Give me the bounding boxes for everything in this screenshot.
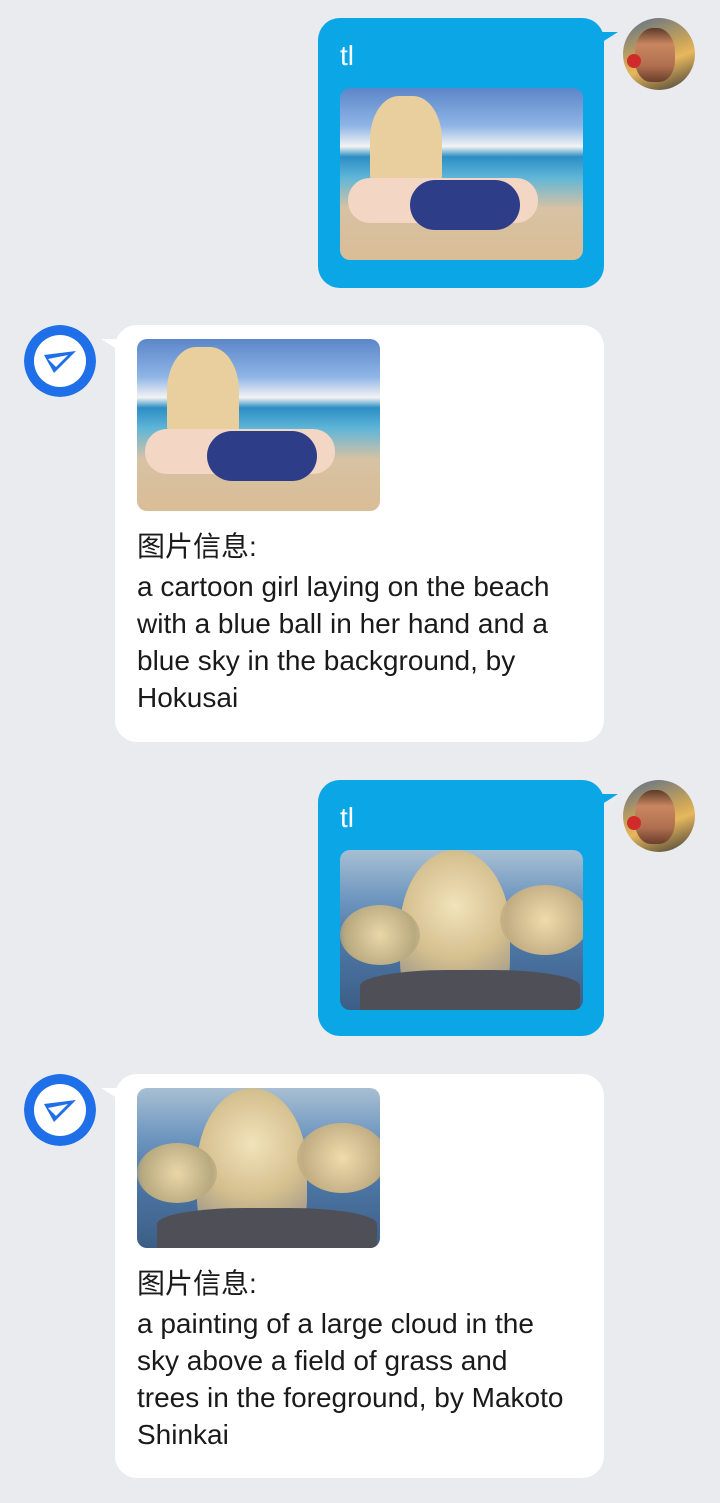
- user-message-bubble[interactable]: tl: [318, 18, 618, 288]
- anime-beach-image[interactable]: [340, 88, 583, 260]
- bot-logo-icon[interactable]: [24, 325, 96, 397]
- message-text: tl: [340, 802, 354, 833]
- image-info-label: 图片信息:: [137, 1268, 257, 1299]
- cloud-painting-image[interactable]: [340, 850, 583, 1010]
- image-info-label: 图片信息:: [137, 531, 257, 562]
- user-avatar[interactable]: [623, 780, 695, 852]
- cloud-painting-image[interactable]: [137, 1088, 380, 1248]
- bubble-tail: [596, 794, 618, 808]
- bubble-tail: [101, 1088, 123, 1102]
- anime-beach-image[interactable]: [137, 339, 380, 511]
- bubble-tail: [101, 339, 123, 353]
- message-text: tl: [340, 40, 354, 71]
- bubble-tail: [596, 32, 618, 46]
- image-caption: a cartoon girl laying on the beach with …: [137, 571, 550, 713]
- bot-message-bubble[interactable]: 图片信息: a cartoon girl laying on the beach…: [101, 325, 604, 742]
- user-message-bubble[interactable]: tl: [318, 780, 618, 1036]
- user-avatar[interactable]: [623, 18, 695, 90]
- bot-message-bubble[interactable]: 图片信息: a painting of a large cloud in the…: [101, 1074, 604, 1478]
- bot-logo-icon[interactable]: [24, 1074, 96, 1146]
- image-caption: a painting of a large cloud in the sky a…: [137, 1308, 564, 1450]
